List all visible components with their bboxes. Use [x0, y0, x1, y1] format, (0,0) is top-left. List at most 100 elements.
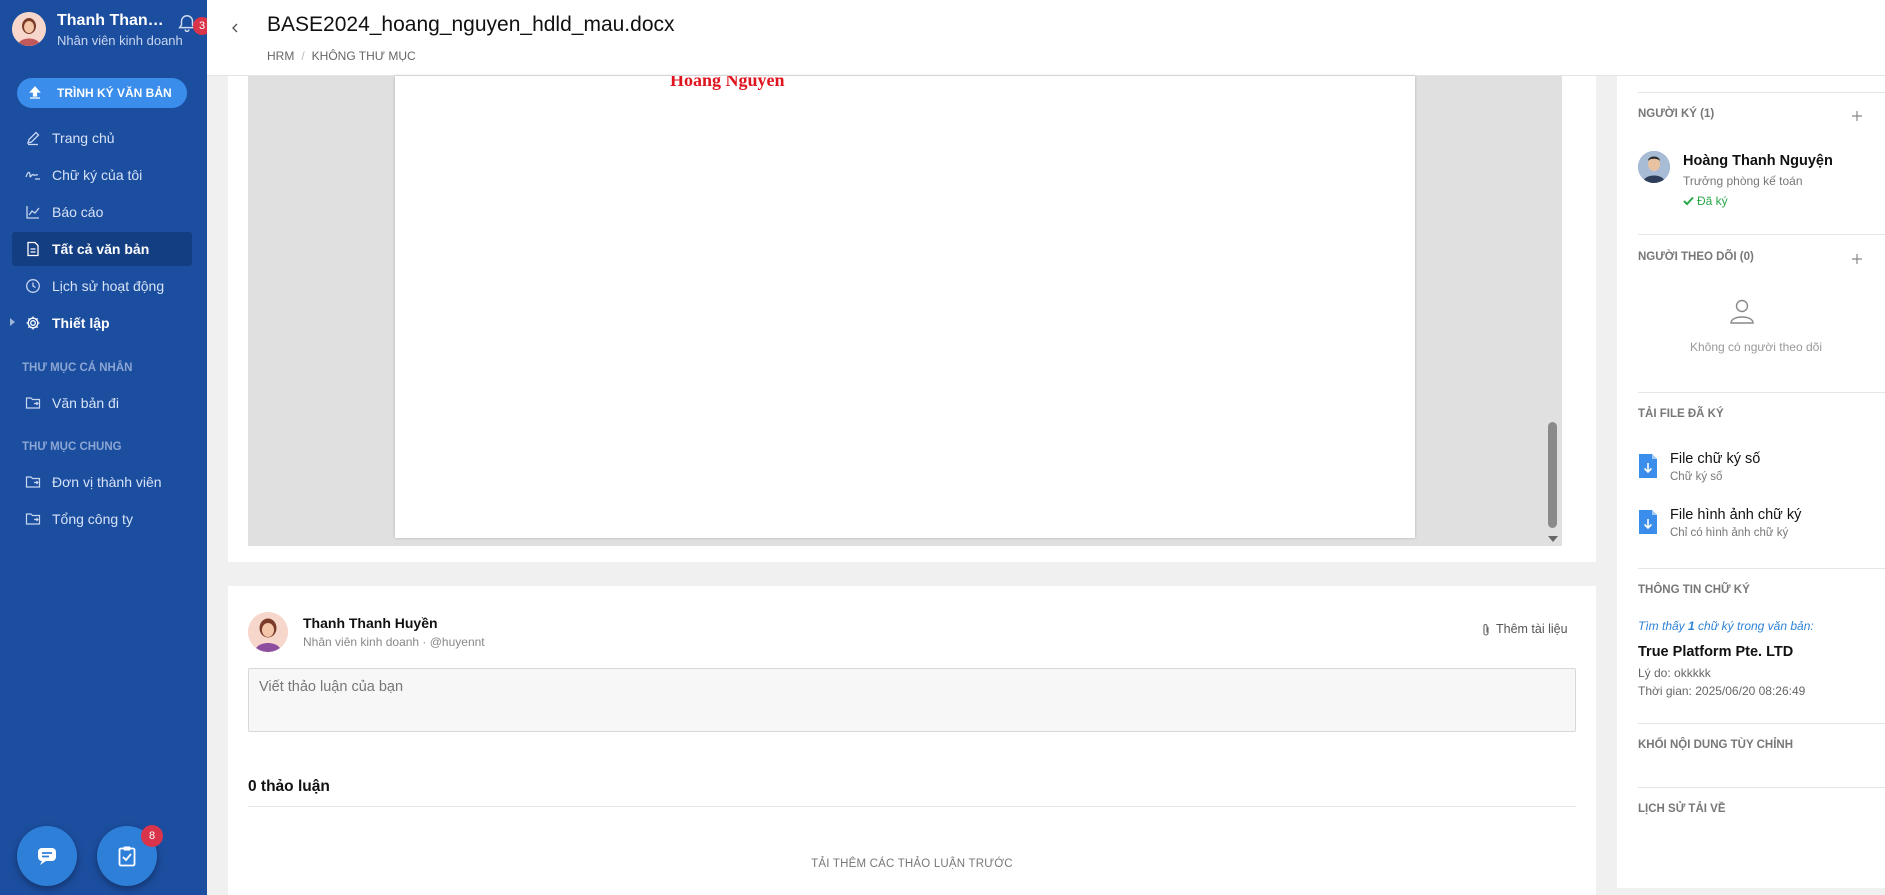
viewer-scrollbar[interactable] — [1545, 76, 1559, 546]
document-viewer[interactable]: Hoàng Nguyên — [248, 76, 1562, 546]
user-avatar — [12, 12, 46, 46]
signer-name: Hoàng Thanh Nguyện — [1683, 153, 1833, 169]
file-download-icon — [1639, 454, 1657, 478]
signature-text: Hoàng Nguyên — [670, 76, 785, 90]
sidebar-item-label: Trang chủ — [52, 130, 115, 146]
document-viewer-card: Hoàng Nguyên — [228, 76, 1596, 562]
folder-icon — [25, 476, 41, 488]
sidebar-item-corporation[interactable]: Tổng công ty — [12, 502, 192, 536]
pencil-icon — [27, 131, 40, 146]
signer-role: Trưởng phòng kế toán — [1683, 174, 1803, 188]
sign-document-button[interactable]: TRÌNH KÝ VĂN BẢN — [17, 78, 187, 108]
folder-icon — [25, 513, 41, 525]
file-title: File chữ ký số — [1670, 451, 1761, 467]
user-role: Nhân viên kinh doanh — [57, 33, 183, 48]
personal-folder-label: THƯ MỤC CÁ NHÂN — [22, 362, 133, 374]
chat-icon — [38, 848, 56, 865]
signature-found-prefix: Tìm thấy — [1638, 619, 1689, 633]
download-signature-image-file[interactable]: File hình ảnh chữ ký Chỉ có hình ảnh chữ… — [1638, 507, 1878, 547]
clipboard-check-icon — [118, 846, 136, 867]
divider — [1638, 568, 1885, 569]
check-icon — [1683, 196, 1694, 206]
divider — [1638, 234, 1885, 235]
sidebar-item-label: Đơn vị thành viên — [52, 474, 162, 490]
sidebar-item-label: Thiết lập — [52, 315, 110, 331]
sidebar: Thanh Thanh Huyền Nhân viên kinh doanh 3… — [0, 0, 211, 895]
signer-avatar — [1638, 151, 1670, 183]
file-download-icon — [1639, 510, 1657, 534]
divider — [1638, 92, 1885, 93]
breadcrumb-separator: / — [301, 49, 305, 63]
breadcrumb-item[interactable]: HRM — [267, 49, 294, 63]
add-attachment-button[interactable]: Thêm tài liệu — [1480, 622, 1568, 636]
author-subtitle: Nhân viên kinh doanh · @huyennt — [303, 635, 485, 649]
avatar — [248, 612, 288, 652]
discussion-card: Thanh Thanh Huyền Nhân viên kinh doanh ·… — [228, 586, 1596, 895]
download-digital-signature-file[interactable]: File chữ ký số Chữ ký số — [1638, 451, 1878, 491]
download-history-title[interactable]: LỊCH SỬ TẢI VỀ — [1638, 803, 1726, 815]
discussion-count: 0 thảo luận — [248, 778, 330, 795]
folder-icon — [25, 397, 41, 409]
no-followers-text: Không có người theo dõi — [1690, 340, 1822, 354]
document-page: Hoàng Nguyên — [395, 76, 1415, 538]
chat-button[interactable] — [17, 826, 77, 886]
document-info-panel: NGƯỜI KÝ (1) Hoàng Thanh Nguyện Trưởng p… — [1617, 76, 1885, 888]
signature-info-title: THÔNG TIN CHỮ KÝ — [1638, 584, 1750, 596]
tasks-badge: 8 — [141, 825, 163, 847]
signature-found-text: Tìm thấy 1 chữ ký trong văn bản: — [1638, 619, 1814, 633]
signers-title: NGƯỜI KÝ (1) — [1638, 108, 1715, 120]
sidebar-item-member-units[interactable]: Đơn vị thành viên — [12, 465, 192, 499]
user-icon — [1730, 299, 1754, 324]
sign-document-label: TRÌNH KÝ VĂN BẢN — [57, 86, 172, 100]
file-title: File hình ảnh chữ ký — [1670, 507, 1802, 523]
sidebar-item-outgoing[interactable]: Văn bản đi — [12, 386, 192, 420]
shared-folder-label: THƯ MỤC CHUNG — [22, 441, 122, 453]
sidebar-item-my-signatures[interactable]: Chữ ký của tôi — [12, 158, 192, 192]
add-follower-icon[interactable] — [1850, 252, 1864, 266]
add-attachment-label: Thêm tài liệu — [1496, 622, 1568, 636]
sidebar-item-reports[interactable]: Báo cáo — [12, 195, 192, 229]
signature-time: Thời gian: 2025/06/20 08:26:49 — [1638, 684, 1806, 698]
upload-icon — [29, 86, 41, 99]
document-header: BASE2024_hoang_nguyen_hdld_mau.docx HRM /… — [207, 0, 1885, 76]
add-signer-icon[interactable] — [1850, 109, 1864, 123]
signature-reason: Lý do: okkkkk — [1638, 666, 1711, 680]
sidebar-item-home[interactable]: Trang chủ — [12, 121, 192, 155]
signature-count: 1 — [1688, 619, 1695, 633]
sidebar-item-label: Tất cả văn bản — [52, 241, 150, 257]
sidebar-item-settings[interactable]: Thiết lập — [10, 306, 192, 340]
custom-block-title[interactable]: KHỐI NỘI DUNG TÙY CHỈNH — [1638, 739, 1793, 751]
chart-icon — [26, 206, 40, 219]
breadcrumb: HRM / KHÔNG THƯ MỤC — [267, 49, 416, 63]
page-title: BASE2024_hoang_nguyen_hdld_mau.docx — [267, 13, 675, 36]
divider — [1638, 787, 1885, 788]
gear-icon — [26, 316, 40, 330]
paperclip-icon — [1483, 624, 1489, 636]
scrollbar-thumb[interactable] — [1548, 422, 1557, 528]
scroll-down-icon[interactable] — [1548, 536, 1558, 542]
sidebar-item-label: Chữ ký của tôi — [52, 167, 143, 183]
sidebar-item-label: Văn bản đi — [52, 395, 119, 411]
file-subtitle: Chỉ có hình ảnh chữ ký — [1670, 527, 1789, 539]
signer-organization: True Platform Pte. LTD — [1638, 644, 1794, 660]
chevron-right-icon — [10, 318, 15, 326]
user-profile[interactable]: Thanh Thanh Huyền Nhân viên kinh doanh 3 — [12, 10, 211, 50]
document-icon — [27, 241, 39, 257]
author-name: Thanh Thanh Huyền — [303, 615, 438, 631]
sidebar-item-label: Báo cáo — [52, 204, 104, 220]
signed-status: Đã ký — [1683, 194, 1728, 208]
signature-found-suffix: chữ ký trong văn bản: — [1694, 619, 1814, 633]
download-signed-title: TẢI FILE ĐÃ KÝ — [1638, 408, 1724, 420]
user-name: Thanh Thanh Huyền — [57, 12, 167, 29]
sidebar-item-all-documents[interactable]: Tất cả văn bản — [12, 232, 192, 266]
clock-icon — [26, 279, 40, 293]
sidebar-item-activity-history[interactable]: Lịch sử hoạt động — [12, 269, 192, 303]
followers-title: NGƯỜI THEO DÕI (0) — [1638, 251, 1754, 263]
discussion-input[interactable] — [248, 668, 1576, 732]
file-subtitle: Chữ ký số — [1670, 471, 1723, 483]
load-more-discussions-button[interactable]: TẢI THÊM CÁC THẢO LUẬN TRƯỚC — [228, 858, 1596, 870]
breadcrumb-item[interactable]: KHÔNG THƯ MỤC — [312, 49, 416, 63]
divider — [1638, 392, 1885, 393]
back-icon[interactable] — [225, 18, 245, 38]
divider — [248, 806, 1576, 807]
